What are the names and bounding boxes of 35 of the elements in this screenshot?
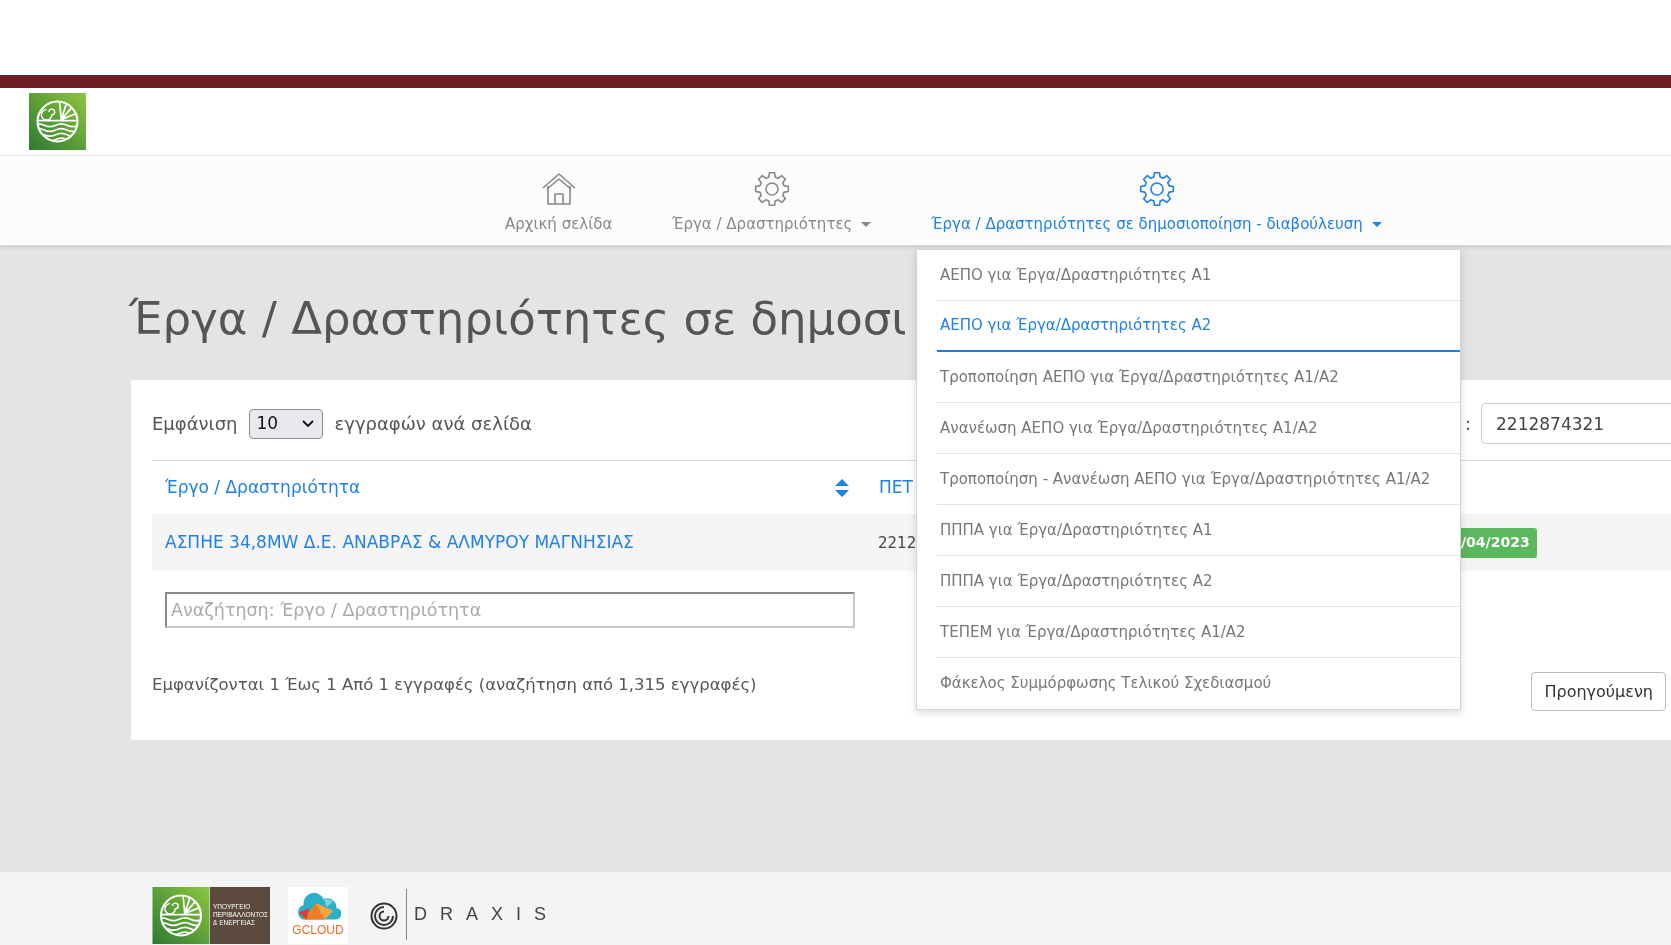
column-header[interactable]: Έργο / Δραστηριότητα [165, 474, 361, 501]
page-length-select[interactable]: 10 [248, 408, 323, 439]
previous-button[interactable]: Προηγούμενη [1531, 672, 1666, 711]
gear-icon [1138, 171, 1175, 207]
menu-item[interactable]: ΠΠΠΑ για Έργα/Δραστηριότητες Α1 [937, 505, 1460, 556]
length-label: εγγραφών ανά σελίδα [334, 412, 532, 436]
sort-icon[interactable] [835, 478, 849, 497]
menu-item[interactable]: ΠΠΠΑ για Έργα/Δραστηριότητες Α2 [937, 556, 1460, 607]
status-badge: /04/2023 [1461, 527, 1537, 558]
nav-link[interactable]: Αρχική σελίδα [505, 171, 613, 233]
project-link[interactable]: ΑΣΠΗΕ 34,8MW Δ.Ε. ΑΝΑΒΡΑΣ & ΑΛΜΥΡΟΥ ΜΑΓΝΗΣΙΑΣ [165, 531, 634, 552]
rings-icon [370, 902, 398, 930]
gear-icon [753, 171, 790, 207]
column-filter-field[interactable]: Αναζήτηση: Έργο / Δραστηριότητα [165, 592, 855, 628]
menu-item[interactable]: Τροποποίηση - Ανανέωση ΑΕΠΟ για Έργα/Δραστηριότητες Α1/Α2 [937, 454, 1460, 505]
logo-wordmark: DRAXIS [414, 903, 560, 925]
table-info: Εμφανίζονται 1 Έως 1 Από 1 εγγραφές (αναζήτηση από 1,315 εγγραφές) [152, 674, 757, 696]
column-header[interactable]: ΠΕΤ [879, 474, 913, 501]
home-icon [540, 171, 577, 207]
length-label: Εμφάνιση [152, 412, 238, 436]
logo-wordmark: GCLOUD [292, 923, 344, 937]
menu-item[interactable]: Τροποποίηση ΑΕΠΟ για Έργα/Δραστηριότητες Α1/Α2 [937, 352, 1460, 403]
nav-link[interactable]: Έργα / Δραστηριότητες [672, 171, 872, 233]
menu-item[interactable]: ΑΕΠΟ για Έργα/Δραστηριότητες Α1 [937, 250, 1460, 301]
menu-item[interactable]: ΑΕΠΟ για Έργα/Δραστηριότητες Α2 [937, 301, 1460, 352]
table-cell: 2212 [878, 533, 917, 552]
menu-item[interactable]: ΤΕΠΕΜ για Έργα/Δραστηριότητες Α1/Α2 [937, 607, 1460, 658]
search-field[interactable]: 2212874321 [1481, 403, 1671, 444]
chevron-icon [301, 419, 314, 428]
menu-item[interactable]: Ανανέωση ΑΕΠΟ για Έργα/Δραστηριότητες Α1/Α2 [937, 403, 1460, 454]
nav-link[interactable]: Έργα / Δραστηριότητες σε δημοσιοποίηση - διαβούλευση [931, 171, 1382, 233]
search-label: : [1464, 412, 1471, 436]
menu-item[interactable]: Φάκελος Συμμόρφωσης Τελικού Σχεδιασμού [937, 658, 1460, 709]
page-title: Έργα / Δραστηριότητες σε δημοσι [129, 292, 907, 346]
sun-waves-icon[interactable] [29, 93, 86, 150]
